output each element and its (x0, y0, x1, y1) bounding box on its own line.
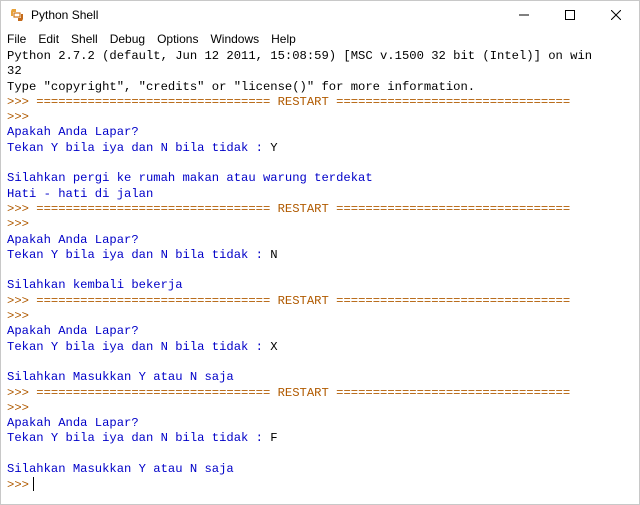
prompt: >>> (7, 201, 29, 216)
menu-shell[interactable]: Shell (65, 29, 104, 49)
menu-edit[interactable]: Edit (32, 29, 65, 49)
restart-separator: ================================ RESTART… (28, 293, 571, 308)
menu-file[interactable]: File (1, 29, 32, 49)
maximize-icon (565, 10, 575, 20)
input-line: Tekan Y bila iya dan N bila tidak : Y (1, 141, 639, 156)
ask-text: Tekan Y bila iya dan N bila tidak : (7, 339, 271, 354)
response-line: Hati - hati di jalan (7, 186, 154, 201)
prompt: >>> (7, 217, 29, 232)
menu-bar: File Edit Shell Debug Options Windows He… (1, 29, 639, 49)
banner-line: Type "copyright", "credits" or "license(… (7, 79, 476, 94)
question-line: Apakah Anda Lapar? (7, 416, 139, 431)
restart-separator: ================================ RESTART… (28, 201, 571, 216)
input-line: Tekan Y bila iya dan N bila tidak : F (1, 431, 639, 446)
prompt: >>> (7, 309, 29, 324)
input-line: Tekan Y bila iya dan N bila tidak : X (1, 340, 639, 355)
restart-line: >>> ================================ RES… (1, 202, 639, 217)
ask-text: Tekan Y bila iya dan N bila tidak : (7, 247, 271, 262)
prompt: >>> (7, 293, 29, 308)
close-button[interactable] (593, 1, 639, 29)
window-title: Python Shell (31, 8, 99, 22)
question-line: Apakah Anda Lapar? (7, 125, 139, 140)
ask-text: Tekan Y bila iya dan N bila tidak : (7, 140, 271, 155)
menu-debug[interactable]: Debug (104, 29, 151, 49)
prompt: >>> (7, 400, 29, 415)
response-line: Silahkan Masukkan Y atau N saja (7, 462, 234, 477)
question-line: Apakah Anda Lapar? (7, 232, 139, 247)
shell-output-area[interactable]: Python 2.7.2 (default, Jun 12 2011, 15:0… (1, 49, 639, 504)
restart-separator: ================================ RESTART… (28, 94, 571, 109)
response-line: Silahkan pergi ke rumah makan atau warun… (7, 171, 373, 186)
restart-line: >>> ================================ RES… (1, 294, 639, 309)
user-answer: Y (270, 140, 278, 155)
prompt: >>> (7, 478, 29, 493)
minimize-icon (519, 14, 529, 16)
input-line: Tekan Y bila iya dan N bila tidak : N (1, 248, 639, 263)
text-cursor (32, 477, 34, 492)
banner-line: Python 2.7.2 (default, Jun 12 2011, 15:0… (7, 49, 593, 63)
banner-line: 32 (7, 64, 22, 79)
ask-text: Tekan Y bila iya dan N bila tidak : (7, 431, 271, 446)
restart-separator: ================================ RESTART… (28, 385, 571, 400)
user-answer: F (270, 431, 278, 446)
menu-help[interactable]: Help (265, 29, 302, 49)
user-answer: N (270, 247, 278, 262)
python-logo-icon (9, 7, 25, 23)
python-shell-window: Python Shell File Edit Shell Debug Optio… (0, 0, 640, 505)
restart-line: >>> ================================ RES… (1, 386, 639, 401)
title-bar[interactable]: Python Shell (1, 1, 639, 29)
menu-windows[interactable]: Windows (204, 29, 265, 49)
restart-line: >>> ================================ RES… (1, 95, 639, 110)
prompt: >>> (7, 110, 29, 125)
window-controls (501, 1, 639, 29)
prompt: >>> (7, 385, 29, 400)
response-line: Silahkan kembali bekerja (7, 278, 183, 293)
prompt: >>> (7, 94, 29, 109)
close-icon (611, 10, 621, 20)
question-line: Apakah Anda Lapar? (7, 324, 139, 339)
menu-options[interactable]: Options (151, 29, 204, 49)
maximize-button[interactable] (547, 1, 593, 29)
response-line: Silahkan Masukkan Y atau N saja (7, 370, 234, 385)
active-prompt-line[interactable]: >>> (1, 477, 639, 492)
user-answer: X (270, 339, 278, 354)
minimize-button[interactable] (501, 1, 547, 29)
